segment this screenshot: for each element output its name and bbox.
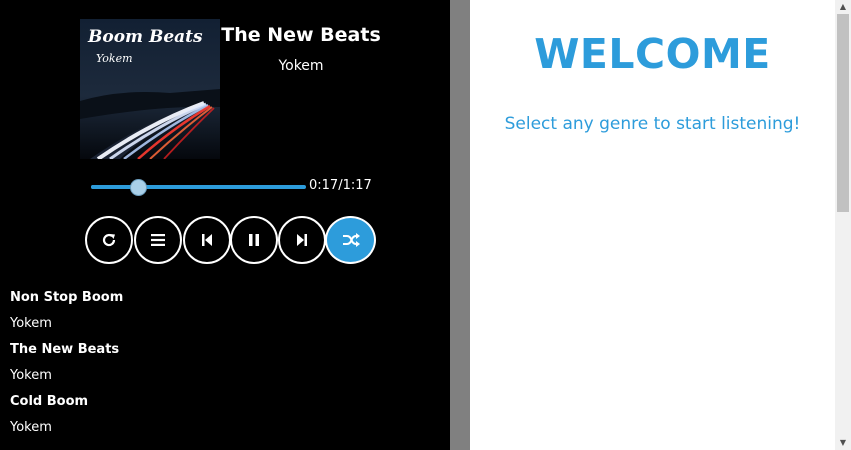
welcome-subtitle: Select any genre to start listening! <box>504 114 801 134</box>
skip-previous-icon <box>202 234 212 246</box>
cover-subtitle: Yokem <box>96 52 133 65</box>
scroll-up-icon[interactable]: ▲ <box>835 0 851 14</box>
playlist-track-title[interactable]: The New Beats <box>10 342 119 357</box>
playlist-track-artist: Yokem <box>10 316 52 331</box>
pause-icon <box>249 234 259 246</box>
list-icon <box>151 234 165 246</box>
scrollbar-thumb[interactable] <box>837 14 849 212</box>
now-playing-title: The New Beats <box>221 24 381 46</box>
repeat-icon <box>102 233 116 247</box>
next-button[interactable] <box>278 216 326 264</box>
album-cover: Boom Beats Yokem <box>80 19 220 159</box>
cover-title: Boom Beats <box>88 27 203 47</box>
shuffle-icon <box>342 233 360 247</box>
progress-bar[interactable] <box>91 185 306 189</box>
previous-button[interactable] <box>183 216 231 264</box>
playlist-button[interactable] <box>134 216 182 264</box>
time-display: 0:17/1:17 <box>309 178 372 193</box>
playlist-track-artist: Yokem <box>10 420 52 435</box>
playlist-track-artist: Yokem <box>10 368 52 383</box>
page-scrollbar[interactable]: ▲ ▼ <box>835 0 851 450</box>
panel-divider[interactable] <box>450 0 470 450</box>
skip-next-icon <box>297 234 307 246</box>
pause-button[interactable] <box>230 216 278 264</box>
shuffle-button[interactable] <box>325 216 376 264</box>
now-playing-artist: Yokem <box>278 58 324 74</box>
progress-handle[interactable] <box>130 179 148 196</box>
playlist-track-title[interactable]: Non Stop Boom <box>10 290 123 305</box>
main-content: WELCOME Select any genre to start listen… <box>470 0 835 450</box>
welcome-heading: WELCOME <box>534 30 771 78</box>
playlist-track-title[interactable]: Cold Boom <box>10 394 88 409</box>
scroll-down-icon[interactable]: ▼ <box>835 436 851 450</box>
repeat-button[interactable] <box>85 216 133 264</box>
music-player-panel: Boom Beats Yokem The New Beats Yokem 0:1… <box>0 0 450 450</box>
